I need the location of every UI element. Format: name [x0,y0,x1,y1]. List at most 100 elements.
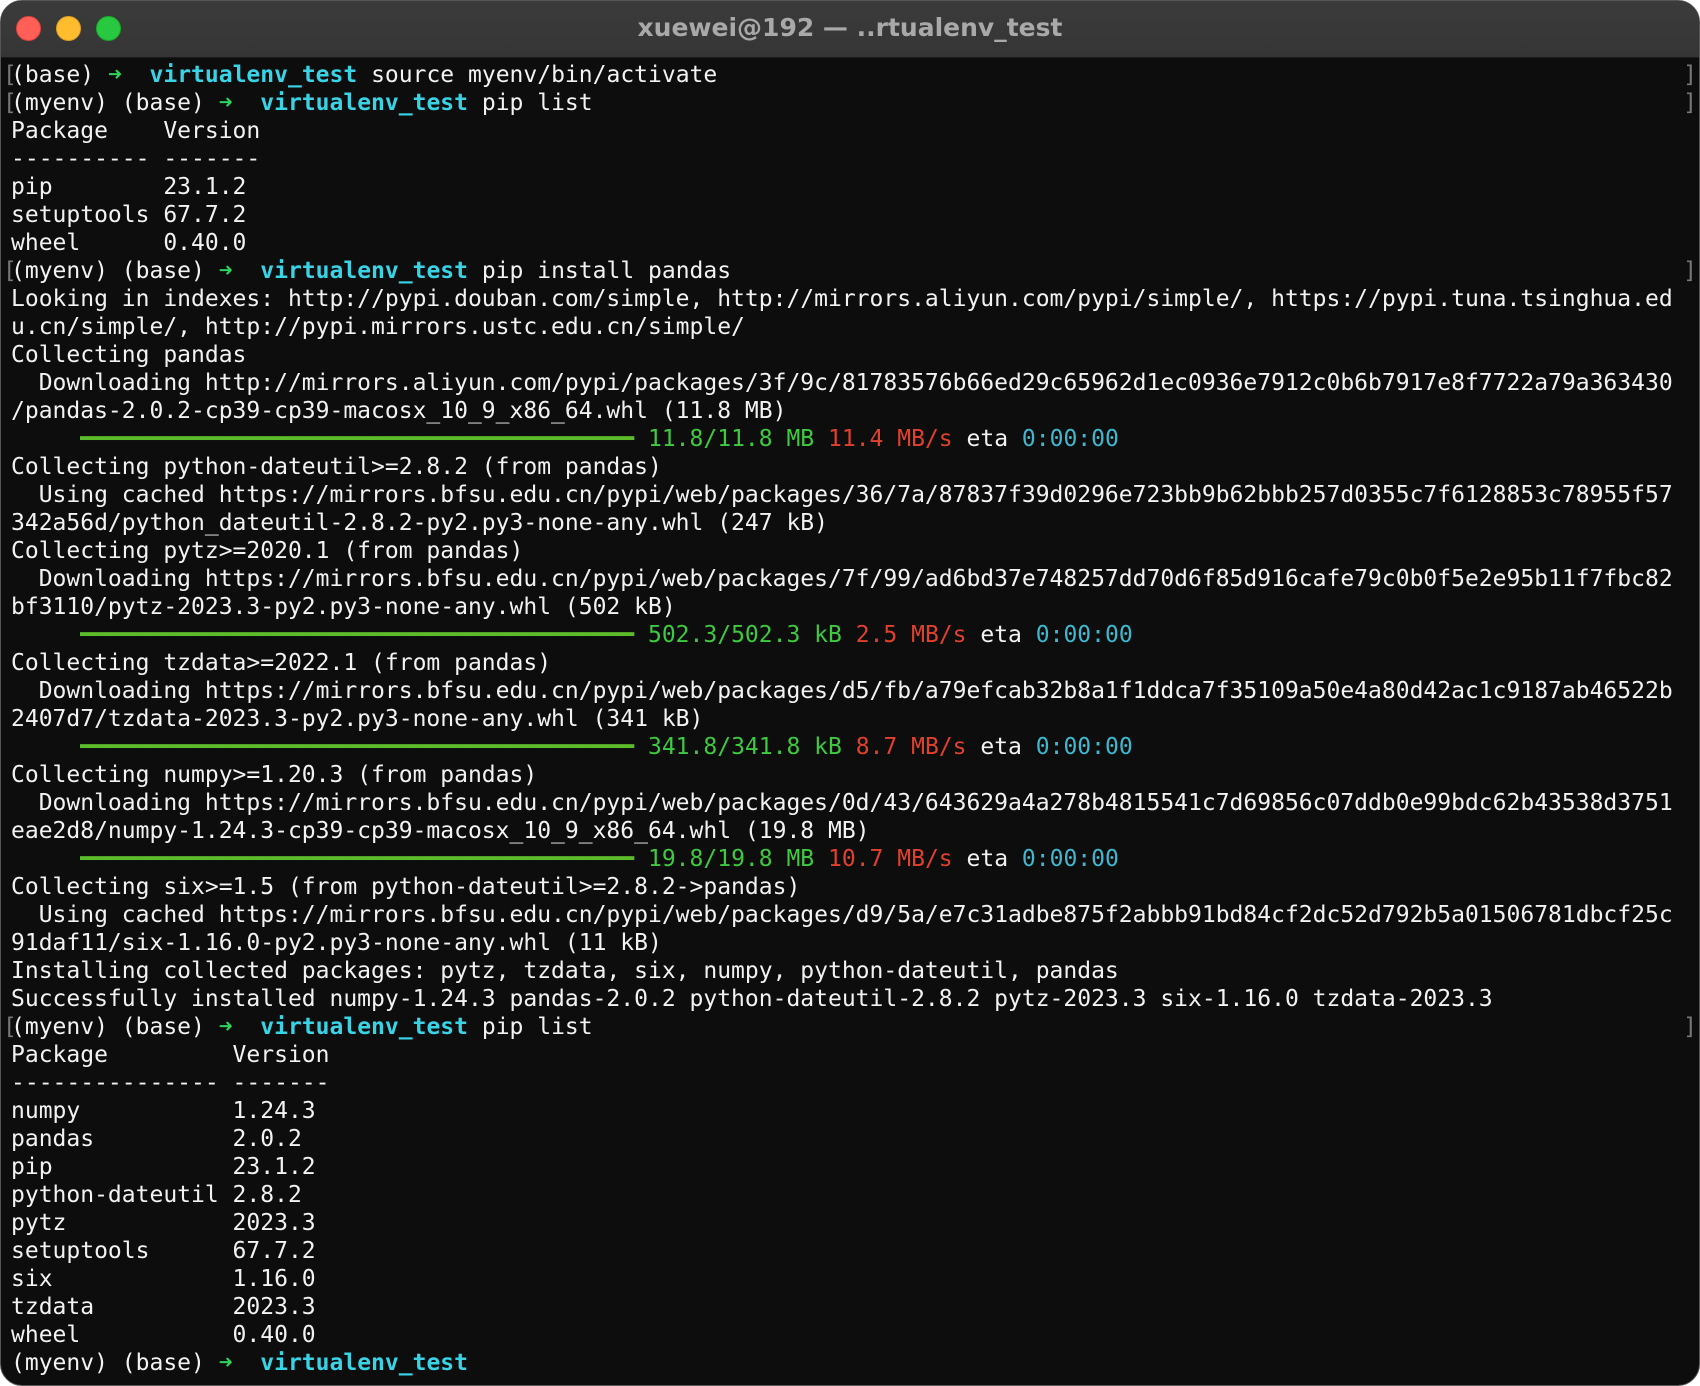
prompt-env-prefix: (myenv) (base) [11,90,219,116]
progress-eta-label: eta [966,426,1009,452]
output-text: Downloading https://mirrors.bfsu.edu.cn/… [11,566,1673,592]
mark-bracket-left: [ [3,62,17,88]
progress-speed: 2.5 MB/s [855,622,967,648]
output-line: Installing collected packages: pytz, tzd… [11,957,1699,985]
output-text: Using cached https://mirrors.bfsu.edu.cn… [11,902,1673,928]
progress-size: 11.8/11.8 MB [647,426,815,452]
progress-bar: ━━━━━━━━━━━━━━━━━━━━━━━━━━━━━━━━━━━━━━━━ [11,734,648,760]
output-line: pip 23.1.2 [11,1153,1699,1181]
output-text: pandas 2.0.2 [11,1126,302,1152]
output-line: setuptools 67.7.2 [11,1237,1699,1265]
mark-bracket-left: [ [3,90,17,116]
prompt-line: [] (myenv) (base) ➜ virtualenv_test pip l… [3,1013,1699,1041]
download-progress-line: ━━━━━━━━━━━━━━━━━━━━━━━━━━━━━━━━━━━━━━━━… [11,733,1699,761]
download-progress-line: ━━━━━━━━━━━━━━━━━━━━━━━━━━━━━━━━━━━━━━━━… [11,425,1699,453]
output-text: Downloading http://mirrors.aliyun.com/py… [11,370,1673,396]
output-line: 91daf11/six-1.16.0-py2.py3-none-any.whl … [11,929,1699,957]
prompt-arrow-icon: ➜ [218,1014,233,1040]
prompt-command: pip list [468,90,593,116]
output-text: setuptools 67.7.2 [11,1238,316,1264]
prompt-arrow-icon: ➜ [218,1350,233,1376]
output-text: setuptools 67.7.2 [11,202,247,228]
output-line: Downloading http://mirrors.aliyun.com/py… [11,369,1699,397]
prompt-command: source myenv/bin/activate [357,62,718,88]
terminal-output[interactable]: [] (base) ➜ virtualenv_test source myenv/… [1,61,1699,1385]
output-line: Collecting tzdata>=2022.1 (from pandas) [11,649,1699,677]
prompt-env-prefix: (myenv) (base) [11,258,219,284]
output-text: Collecting numpy>=1.20.3 (from pandas) [11,762,538,788]
output-line: tzdata 2023.3 [11,1293,1699,1321]
download-progress-line: ━━━━━━━━━━━━━━━━━━━━━━━━━━━━━━━━━━━━━━━━… [11,621,1699,649]
output-line: pip 23.1.2 [11,173,1699,201]
output-text: Downloading https://mirrors.bfsu.edu.cn/… [11,678,1673,704]
output-text: six 1.16.0 [11,1266,316,1292]
progress-eta: 0:00:00 [1035,734,1133,760]
progress-bar: ━━━━━━━━━━━━━━━━━━━━━━━━━━━━━━━━━━━━━━━━ [11,846,648,872]
output-text: Collecting pytz>=2020.1 (from pandas) [11,538,524,564]
mark-bracket-right: ] [1683,258,1697,284]
output-text: u.cn/simple/, http://pypi.mirrors.ustc.e… [11,314,745,340]
progress-eta: 0:00:00 [1021,426,1119,452]
title-bar[interactable]: xuewei@192 — ..rtualenv_test [1,1,1699,58]
progress-eta: 0:00:00 [1035,622,1133,648]
output-line: --------------- ------- [11,1069,1699,1097]
output-line: Collecting pandas [11,341,1699,369]
output-line: wheel 0.40.0 [11,1321,1699,1349]
output-line: Using cached https://mirrors.bfsu.edu.cn… [11,481,1699,509]
output-text: wheel 0.40.0 [11,1322,316,1348]
output-text: pip 23.1.2 [11,174,247,200]
output-line: 2407d7/tzdata-2023.3-py2.py3-none-any.wh… [11,705,1699,733]
progress-eta-label: eta [980,622,1022,648]
output-line: setuptools 67.7.2 [11,201,1699,229]
prompt-arrow-icon: ➜ [218,258,233,284]
output-line: Collecting pytz>=2020.1 (from pandas) [11,537,1699,565]
progress-size: 502.3/502.3 kB [647,622,842,648]
output-line: /pandas-2.0.2-cp39-cp39-macosx_10_9_x86_… [11,397,1699,425]
output-line: wheel 0.40.0 [11,229,1699,257]
prompt-arrow-icon: ➜ [218,90,233,116]
progress-speed: 10.7 MB/s [828,846,953,872]
prompt-line: [] (myenv) (base) ➜ virtualenv_test pip l… [3,89,1699,117]
mark-bracket-right: ] [1683,62,1697,88]
output-text: pytz 2023.3 [11,1210,316,1236]
prompt-env-prefix: (base) [11,62,108,88]
mark-bracket-left: [ [3,1014,17,1040]
mark-bracket-left: [ [3,258,17,284]
output-text: Looking in indexes: http://pypi.douban.c… [11,286,1673,312]
progress-speed: 11.4 MB/s [828,426,953,452]
output-line: Collecting python-dateutil>=2.8.2 (from … [11,453,1699,481]
output-line: Downloading https://mirrors.bfsu.edu.cn/… [11,789,1699,817]
mark-bracket-right: ] [1683,1014,1697,1040]
output-line: Package Version [11,1041,1699,1069]
output-line: 342a56d/python_dateutil-2.8.2-py2.py3-no… [11,509,1699,537]
prompt-env-prefix: (myenv) (base) [11,1350,219,1376]
output-text: Successfully installed numpy-1.24.3 pand… [11,986,1493,1012]
output-text: Installing collected packages: pytz, tzd… [11,958,1119,984]
output-line: u.cn/simple/, http://pypi.mirrors.ustc.e… [11,313,1699,341]
prompt-env-prefix: (myenv) (base) [11,1014,219,1040]
output-line: python-dateutil 2.8.2 [11,1181,1699,1209]
output-line: Successfully installed numpy-1.24.3 pand… [11,985,1699,1013]
output-line: bf3110/pytz-2023.3-py2.py3-none-any.whl … [11,593,1699,621]
output-text: --------------- ------- [11,1070,330,1096]
prompt-directory: virtualenv_test [260,1014,468,1040]
output-text: pip 23.1.2 [11,1154,316,1180]
prompt-line: [] (myenv) (base) ➜ virtualenv_test pip i… [3,257,1699,285]
output-line: Looking in indexes: http://pypi.douban.c… [11,285,1699,313]
output-text: eae2d8/numpy-1.24.3-cp39-cp39-macosx_10_… [11,818,870,844]
output-line: six 1.16.0 [11,1265,1699,1293]
output-line: eae2d8/numpy-1.24.3-cp39-cp39-macosx_10_… [11,817,1699,845]
output-line: Collecting six>=1.5 (from python-dateuti… [11,873,1699,901]
output-text: Collecting python-dateutil>=2.8.2 (from … [11,454,662,480]
progress-size: 19.8/19.8 MB [647,846,815,872]
progress-size: 341.8/341.8 kB [647,734,842,760]
output-line: ---------- ------- [11,145,1699,173]
output-text: Downloading https://mirrors.bfsu.edu.cn/… [11,790,1673,816]
progress-bar: ━━━━━━━━━━━━━━━━━━━━━━━━━━━━━━━━━━━━━━━━ [11,622,648,648]
output-text: ---------- ------- [11,146,261,172]
output-text: numpy 1.24.3 [11,1098,316,1124]
progress-bar: ━━━━━━━━━━━━━━━━━━━━━━━━━━━━━━━━━━━━━━━━ [11,426,648,452]
window-title: xuewei@192 — ..rtualenv_test [637,13,1063,42]
output-line: Downloading https://mirrors.bfsu.edu.cn/… [11,565,1699,593]
prompt-line: (myenv) (base) ➜ virtualenv_test [11,1349,1699,1377]
